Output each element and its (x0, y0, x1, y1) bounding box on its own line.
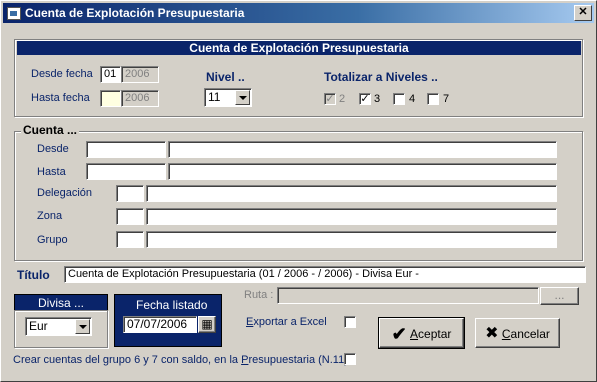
fecha-listado-input[interactable]: 07/07/2006 (123, 316, 197, 333)
zona-label: Zona (37, 210, 63, 222)
cancelar-button[interactable]: ✖ Cancelar (475, 318, 560, 348)
calendar-icon[interactable]: ▦ (198, 316, 216, 333)
level-3-checkbox[interactable]: ✓ (359, 93, 371, 105)
level-7-checkbox[interactable] (427, 93, 439, 105)
close-button[interactable]: ✕ (574, 5, 592, 21)
titulo-label: Título (17, 268, 50, 282)
nivel-label: Nivel .. (206, 70, 245, 84)
aceptar-label: Aceptar (410, 326, 452, 341)
check-icon: ✔ (391, 323, 407, 344)
divisa-select[interactable]: Eur (25, 317, 92, 336)
fecha-listado-label: Fecha listado (136, 298, 208, 312)
delegacion-name-input[interactable] (146, 185, 557, 202)
cuenta-hasta-label: Hasta (37, 166, 66, 178)
desde-year-input[interactable]: 2006 (121, 66, 159, 83)
cross-icon: ✖ (485, 324, 499, 342)
totalizar-label: Totalizar a Niveles .. (324, 70, 438, 84)
dialog-window: Cuenta de Explotación Presupuestaria ✕ C… (0, 0, 597, 382)
zona-code-input[interactable] (116, 208, 144, 225)
ruta-label: Ruta : (244, 289, 274, 301)
level-3-label: 3 (374, 93, 381, 105)
title-bar[interactable]: Cuenta de Explotación Presupuestaria ✕ (3, 3, 594, 23)
exportar-excel-checkbox[interactable] (344, 316, 356, 328)
ruta-input[interactable] (277, 287, 539, 304)
delegacion-label: Delegación (37, 187, 93, 199)
crear-cuentas-checkbox[interactable] (344, 353, 356, 365)
divisa-value: Eur (29, 319, 48, 333)
level-2-label: 2 (339, 93, 346, 105)
zona-name-input[interactable] (146, 208, 557, 225)
titulo-input[interactable]: Cuenta de Explotación Presupuestaria (01… (64, 266, 586, 283)
level-7-label: 7 (443, 93, 450, 105)
window-title: Cuenta de Explotación Presupuestaria (25, 6, 245, 20)
cuenta-desde-code-input[interactable] (86, 141, 166, 158)
grupo-name-input[interactable] (146, 231, 557, 248)
cuenta-desde-name-input[interactable] (168, 141, 557, 158)
chevron-down-icon[interactable] (235, 90, 250, 105)
delegacion-code-input[interactable] (116, 185, 144, 202)
exportar-excel-label: Exportar a Excel (246, 316, 327, 328)
hasta-fecha-label: Hasta fecha (31, 92, 90, 104)
grupo-code-input[interactable] (116, 231, 144, 248)
hasta-month-input[interactable] (100, 90, 121, 107)
report-banner: Cuenta de Explotación Presupuestaria (17, 41, 581, 55)
cuenta-hasta-name-input[interactable] (168, 163, 557, 180)
level-4-label: 4 (409, 93, 416, 105)
cuenta-group-label: Cuenta ... (21, 123, 80, 137)
divisa-label: Divisa ... (38, 296, 85, 310)
cuenta-hasta-code-input[interactable] (86, 163, 166, 180)
desde-fecha-label: Desde fecha (31, 68, 93, 80)
desde-month-input[interactable]: 01 (100, 66, 121, 83)
aceptar-button[interactable]: ✔ Aceptar (378, 317, 465, 349)
cuenta-desde-label: Desde (37, 143, 69, 155)
nivel-select[interactable]: 11 (204, 88, 252, 107)
level-4-checkbox[interactable] (393, 93, 405, 105)
nivel-value: 11 (208, 90, 221, 104)
chevron-down-icon[interactable] (75, 319, 90, 334)
app-icon (7, 7, 21, 20)
crear-cuentas-label: Crear cuentas del grupo 6 y 7 con saldo,… (13, 354, 348, 366)
hasta-year-input[interactable]: 2006 (121, 90, 159, 107)
cancelar-label: Cancelar (501, 326, 550, 341)
level-2-checkbox[interactable]: ✓ (324, 93, 336, 105)
grupo-label: Grupo (37, 234, 68, 246)
ruta-browse-button[interactable]: ... (540, 287, 579, 305)
